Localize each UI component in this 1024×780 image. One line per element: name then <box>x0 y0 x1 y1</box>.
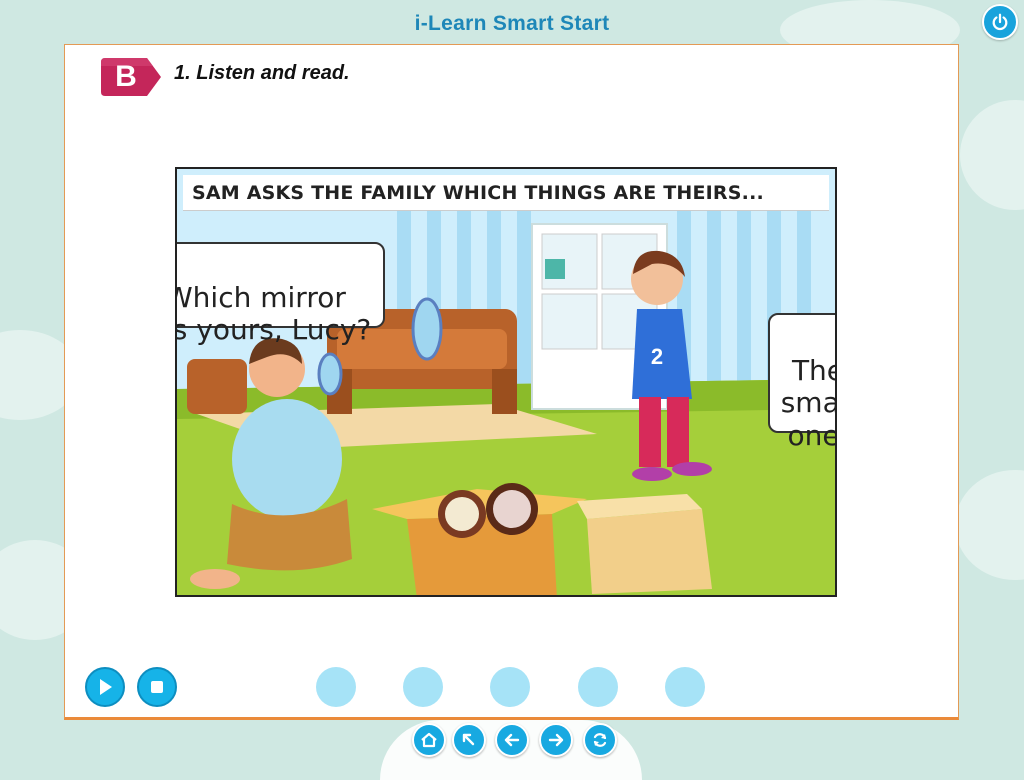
page-dot[interactable] <box>403 667 443 707</box>
app-title: i-Learn Smart Start <box>414 12 610 35</box>
page-dot[interactable] <box>578 667 618 707</box>
bg-cloud <box>955 470 1024 580</box>
svg-text:2: 2 <box>651 344 663 369</box>
forward-arrow-icon <box>548 733 564 747</box>
refresh-icon <box>593 733 607 747</box>
power-icon <box>992 13 1008 31</box>
home-icon <box>421 732 437 748</box>
speech-text-left: Which mirror is yours, Lucy? <box>177 281 372 347</box>
section-letter: B <box>115 60 137 93</box>
page-dot[interactable] <box>316 667 356 707</box>
instruction-text: 1. Listen and read. <box>174 62 350 84</box>
stop-icon <box>151 681 163 693</box>
play-button[interactable] <box>85 667 125 707</box>
fullscreen-button[interactable] <box>452 723 486 757</box>
speech-bubble-right: The small one. <box>768 313 835 451</box>
speech-text-right: The small one. <box>780 354 835 452</box>
home-button[interactable] <box>412 723 446 757</box>
back-button[interactable] <box>495 723 529 757</box>
lesson-card: B 1. Listen and read. 2 SAM ASKS THE FAM… <box>64 44 959 720</box>
forward-button[interactable] <box>539 723 573 757</box>
stop-button[interactable] <box>137 667 177 707</box>
power-button[interactable] <box>982 4 1018 40</box>
page-dot[interactable] <box>490 667 530 707</box>
comic-caption: SAM ASKS THE FAMILY WHICH THINGS ARE THE… <box>183 175 829 211</box>
play-icon <box>100 679 112 695</box>
fullscreen-icon <box>462 733 475 746</box>
bg-cloud <box>960 100 1024 210</box>
refresh-button[interactable] <box>583 723 617 757</box>
speech-bubble-left: Which mirror is yours, Lucy? <box>177 242 385 346</box>
back-arrow-icon <box>504 733 520 747</box>
comic-panel: 2 SAM ASKS THE FAMILY WHICH THINGS ARE T… <box>175 167 837 597</box>
comic-illustration: 2 <box>177 169 835 595</box>
section-badge: B <box>101 56 163 98</box>
page-dot[interactable] <box>665 667 705 707</box>
